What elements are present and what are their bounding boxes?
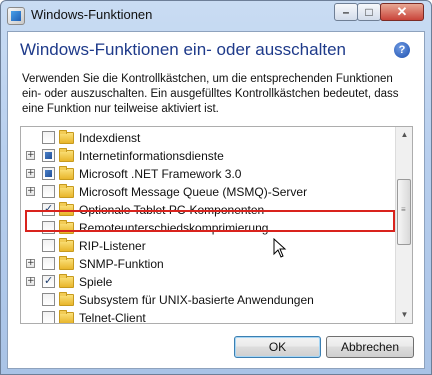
scroll-down-icon[interactable]: ▼	[397, 307, 412, 323]
feature-checkbox[interactable]	[42, 239, 55, 252]
feature-label: Internetinformationsdienste	[79, 149, 224, 163]
folder-icon	[59, 166, 74, 180]
dialog-window: Windows-Funktionen – □ ✕ Windows-Funktio…	[0, 0, 432, 375]
scrollbar-thumb[interactable]: ≡	[397, 179, 411, 245]
expand-icon[interactable]: +	[26, 151, 35, 160]
close-button[interactable]: ✕	[380, 3, 424, 21]
folder-icon	[59, 310, 74, 323]
feature-item[interactable]: + Internetinformationsdienste	[21, 147, 395, 165]
feature-item[interactable]: + Microsoft .NET Framework 3.0	[21, 165, 395, 183]
window-title: Windows-Funktionen	[31, 7, 153, 22]
feature-checkbox[interactable]	[42, 293, 55, 306]
cancel-button[interactable]: Abbrechen	[326, 336, 414, 358]
title-bar[interactable]: Windows-Funktionen – □ ✕	[1, 1, 431, 31]
help-icon[interactable]: ?	[394, 42, 410, 58]
feature-label: Telnet-Client	[79, 311, 146, 324]
feature-label: SNMP-Funktion	[79, 257, 164, 271]
feature-checkbox[interactable]	[42, 311, 55, 323]
feature-checkbox[interactable]	[42, 274, 55, 288]
feature-label: Indexdienst	[79, 131, 141, 145]
feature-item[interactable]: Indexdienst	[21, 129, 395, 147]
feature-checkbox[interactable]	[42, 131, 55, 144]
close-icon: ✕	[396, 4, 408, 19]
feature-checkbox[interactable]	[42, 167, 55, 180]
vertical-scrollbar[interactable]: ▲ ≡ ▼	[395, 127, 412, 323]
dialog-header: Windows-Funktionen ein- oder ausschalten…	[8, 32, 424, 64]
maximize-button[interactable]: □	[357, 3, 381, 21]
ok-button[interactable]: OK	[234, 336, 321, 358]
feature-item[interactable]: + Microsoft Message Queue (MSMQ)-Server	[21, 183, 395, 201]
feature-checkbox[interactable]	[42, 185, 55, 198]
grip-icon: ≡	[401, 205, 406, 214]
expand-icon[interactable]: +	[26, 259, 35, 268]
feature-item[interactable]: RIP-Listener	[21, 237, 395, 255]
feature-item[interactable]: Telnet-Client	[21, 309, 395, 324]
folder-icon	[59, 238, 74, 252]
maximize-icon: □	[365, 5, 373, 19]
folder-icon	[59, 256, 74, 270]
folder-icon	[59, 148, 74, 162]
feature-checkbox[interactable]	[42, 257, 55, 270]
feature-label: Spiele	[79, 275, 113, 289]
feature-label: Subsystem für UNIX-basierte Anwendungen	[79, 293, 314, 307]
minimize-button[interactable]: –	[334, 3, 358, 21]
feature-item[interactable]: Subsystem für UNIX-basierte Anwendungen	[21, 291, 395, 309]
feature-label: RIP-Listener	[79, 239, 146, 253]
folder-icon	[59, 130, 74, 144]
folder-icon	[59, 184, 74, 198]
feature-tree[interactable]: Indexdienst + Internetinformationsdienste +…	[20, 126, 413, 324]
windows-features-app-icon	[7, 7, 25, 25]
expand-icon[interactable]: +	[26, 169, 35, 178]
mouse-cursor-icon	[273, 238, 287, 258]
instruction-text: Verwenden Sie die Kontrollkästchen, um d…	[22, 73, 399, 115]
scroll-up-icon[interactable]: ▲	[397, 127, 412, 143]
expand-icon[interactable]: +	[26, 277, 35, 286]
expand-icon[interactable]: +	[26, 187, 35, 196]
folder-icon	[59, 292, 74, 306]
feature-checkbox[interactable]	[42, 149, 55, 162]
feature-label: Microsoft .NET Framework 3.0	[79, 167, 242, 181]
feature-item[interactable]: + SNMP-Funktion	[21, 255, 395, 273]
feature-label: Microsoft Message Queue (MSMQ)-Server	[79, 185, 308, 199]
highlight-box	[25, 210, 395, 232]
minimize-icon: –	[342, 5, 350, 19]
dialog-content: Windows-Funktionen ein- oder ausschalten…	[7, 31, 425, 369]
folder-icon	[59, 274, 74, 288]
page-title: Windows-Funktionen ein- oder ausschalten	[20, 40, 347, 59]
feature-item[interactable]: + Spiele	[21, 273, 395, 291]
